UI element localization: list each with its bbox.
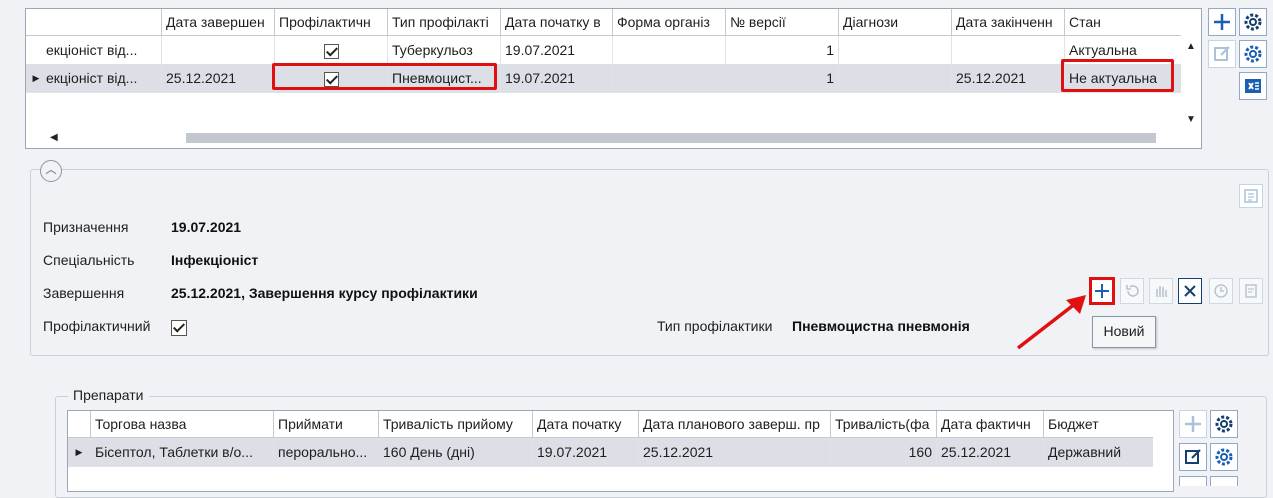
cell-col0: екціоніст від... (46, 70, 138, 86)
add-button[interactable] (1208, 8, 1236, 36)
col-header-end-date[interactable]: Дата завершен (161, 9, 274, 35)
assignment-label: Призначення (43, 219, 129, 235)
col-header-type[interactable]: Тип профілакті (387, 9, 500, 35)
specialty-value: Інфекціоніст (171, 252, 259, 268)
completion-value: 25.12.2021, Завершення курсу профілактик… (171, 285, 478, 301)
clock-history-icon[interactable] (1209, 278, 1233, 304)
collapse-chevron-icon[interactable]: ︿ (40, 160, 62, 182)
cell-diagnoses (838, 36, 951, 64)
col-header-preventive[interactable]: Профілактичн (274, 9, 387, 35)
excel-export-icon[interactable] (1239, 72, 1267, 100)
preventive-checkbox[interactable] (323, 43, 339, 59)
cell-budget: Державний (1043, 438, 1153, 466)
new-tooltip: Новий (1092, 316, 1156, 348)
cell-finish: 25.12.2021 (951, 64, 1064, 92)
cell-actual-date: 25.12.2021 (936, 438, 1043, 466)
specialty-label: Спеціальність (43, 252, 135, 268)
col-header-trade-name[interactable]: Торгова назва (90, 411, 273, 437)
cell-start: 19.07.2021 (500, 64, 612, 92)
cell-end-date (161, 36, 274, 64)
annotation-arrow (1016, 295, 1086, 350)
cell-planned-end: 25.12.2021 (638, 438, 830, 466)
add-preparation-button[interactable] (1179, 410, 1207, 438)
scroll-left-icon[interactable]: ◀ (50, 132, 58, 143)
row-indicator-icon: ▶ (75, 447, 83, 457)
preventive-label: Профілактичний (43, 318, 151, 334)
col-header-route[interactable]: Приймати (273, 411, 378, 437)
preparation-advanced-settings-icon[interactable] (1210, 443, 1238, 471)
cell-start: 19.07.2021 (500, 36, 612, 64)
hand-stop-icon[interactable] (1149, 278, 1173, 304)
cell-trade-name: Бісептол, Таблетки в/о... (90, 438, 273, 466)
cell-version: 1 (725, 64, 838, 92)
export-preparation-icon[interactable] (1210, 476, 1238, 486)
col-header-planned-end[interactable]: Дата планового заверш. пр (638, 411, 830, 437)
delete-x-icon[interactable] (1178, 278, 1202, 304)
delete-preparation-icon[interactable] (1179, 476, 1207, 486)
table-row-selected[interactable]: ▶ екціоніст від... 25.12.2021 Пневмоцист… (26, 64, 1181, 93)
scroll-down-icon[interactable]: ▼ (1186, 114, 1196, 125)
prophylaxis-type-label: Тип профілактики (657, 318, 773, 334)
highlight-state-box (1061, 59, 1174, 92)
scroll-thumb[interactable] (186, 133, 1156, 143)
cell-preventive (274, 36, 387, 64)
horizontal-scrollbar[interactable]: ◀ (26, 128, 1181, 148)
cell-duration: 160 День (дні) (378, 438, 532, 466)
table-row[interactable]: екціоніст від... Туберкульоз 19.07.2021 … (26, 36, 1181, 65)
vertical-scrollbar[interactable]: ▲ ▼ (1181, 35, 1201, 147)
completion-label: Завершення (43, 285, 125, 301)
cell-actual-duration: 160 (830, 438, 936, 466)
settings-gear-icon[interactable] (1239, 8, 1267, 36)
col-header-0[interactable] (26, 9, 161, 35)
top-grid[interactable]: Дата завершен Профілактичн Тип профілакт… (25, 8, 1202, 149)
col-header-actual-duration[interactable]: Тривалість(фа (830, 411, 936, 437)
col-header-actual-date[interactable]: Дата фактичн (936, 411, 1043, 437)
document-settings-icon[interactable] (1239, 278, 1263, 304)
cell-finish (951, 36, 1064, 64)
preparation-settings-gear-icon[interactable] (1210, 410, 1238, 438)
cell-form (612, 64, 725, 92)
new-plus-button[interactable] (1089, 277, 1115, 305)
document-icon[interactable] (1239, 184, 1263, 208)
col-header-state[interactable]: Стан (1064, 9, 1181, 35)
cell-start-date: 19.07.2021 (532, 438, 638, 466)
col-header-start[interactable]: Дата початку в (500, 9, 612, 35)
cell-end-date: 25.12.2021 (161, 64, 274, 92)
col-header-start-date[interactable]: Дата початку (532, 411, 638, 437)
cell-diagnoses (838, 64, 951, 92)
edit-icon[interactable] (1208, 40, 1236, 68)
undo-icon[interactable] (1120, 278, 1144, 304)
cell-type: Туберкульоз (387, 36, 500, 64)
cell-col0: екціоніст від... (46, 42, 138, 58)
col-header-budget[interactable]: Бюджет (1043, 411, 1153, 437)
col-header-finish[interactable]: Дата закінченн (951, 9, 1064, 35)
col-header-version[interactable]: № версії (725, 9, 838, 35)
cell-route: перорально... (273, 438, 378, 466)
preparations-grid-header: Торгова назва Приймати Тривалість прийом… (68, 411, 1173, 438)
cell-form (612, 36, 725, 64)
preparations-grid[interactable]: Торгова назва Приймати Тривалість прийом… (67, 410, 1174, 492)
scroll-up-icon[interactable]: ▲ (1186, 41, 1196, 52)
col-header-duration[interactable]: Тривалість прийому (378, 411, 532, 437)
cell-version: 1 (725, 36, 838, 64)
preventive-detail-checkbox[interactable] (171, 320, 187, 337)
col-header-diagnoses[interactable]: Діагнози (838, 9, 951, 35)
table-row-selected[interactable]: ▶ Бісептол, Таблетки в/о... перорально..… (68, 438, 1153, 467)
col-header-indicator (68, 411, 90, 437)
edit-preparation-icon[interactable] (1179, 443, 1207, 471)
top-grid-header: Дата завершен Профілактичн Тип профілакт… (26, 9, 1201, 36)
assignment-value: 19.07.2021 (171, 219, 242, 235)
prophylaxis-type-value: Пневмоцистна пневмонія (792, 318, 970, 334)
highlight-type-box (272, 63, 497, 90)
preparations-vertical-scrollbar[interactable] (1153, 437, 1173, 491)
advanced-settings-icon[interactable] (1239, 40, 1267, 68)
col-header-form[interactable]: Форма організ (612, 9, 725, 35)
preparations-legend: Препарати (68, 387, 149, 403)
